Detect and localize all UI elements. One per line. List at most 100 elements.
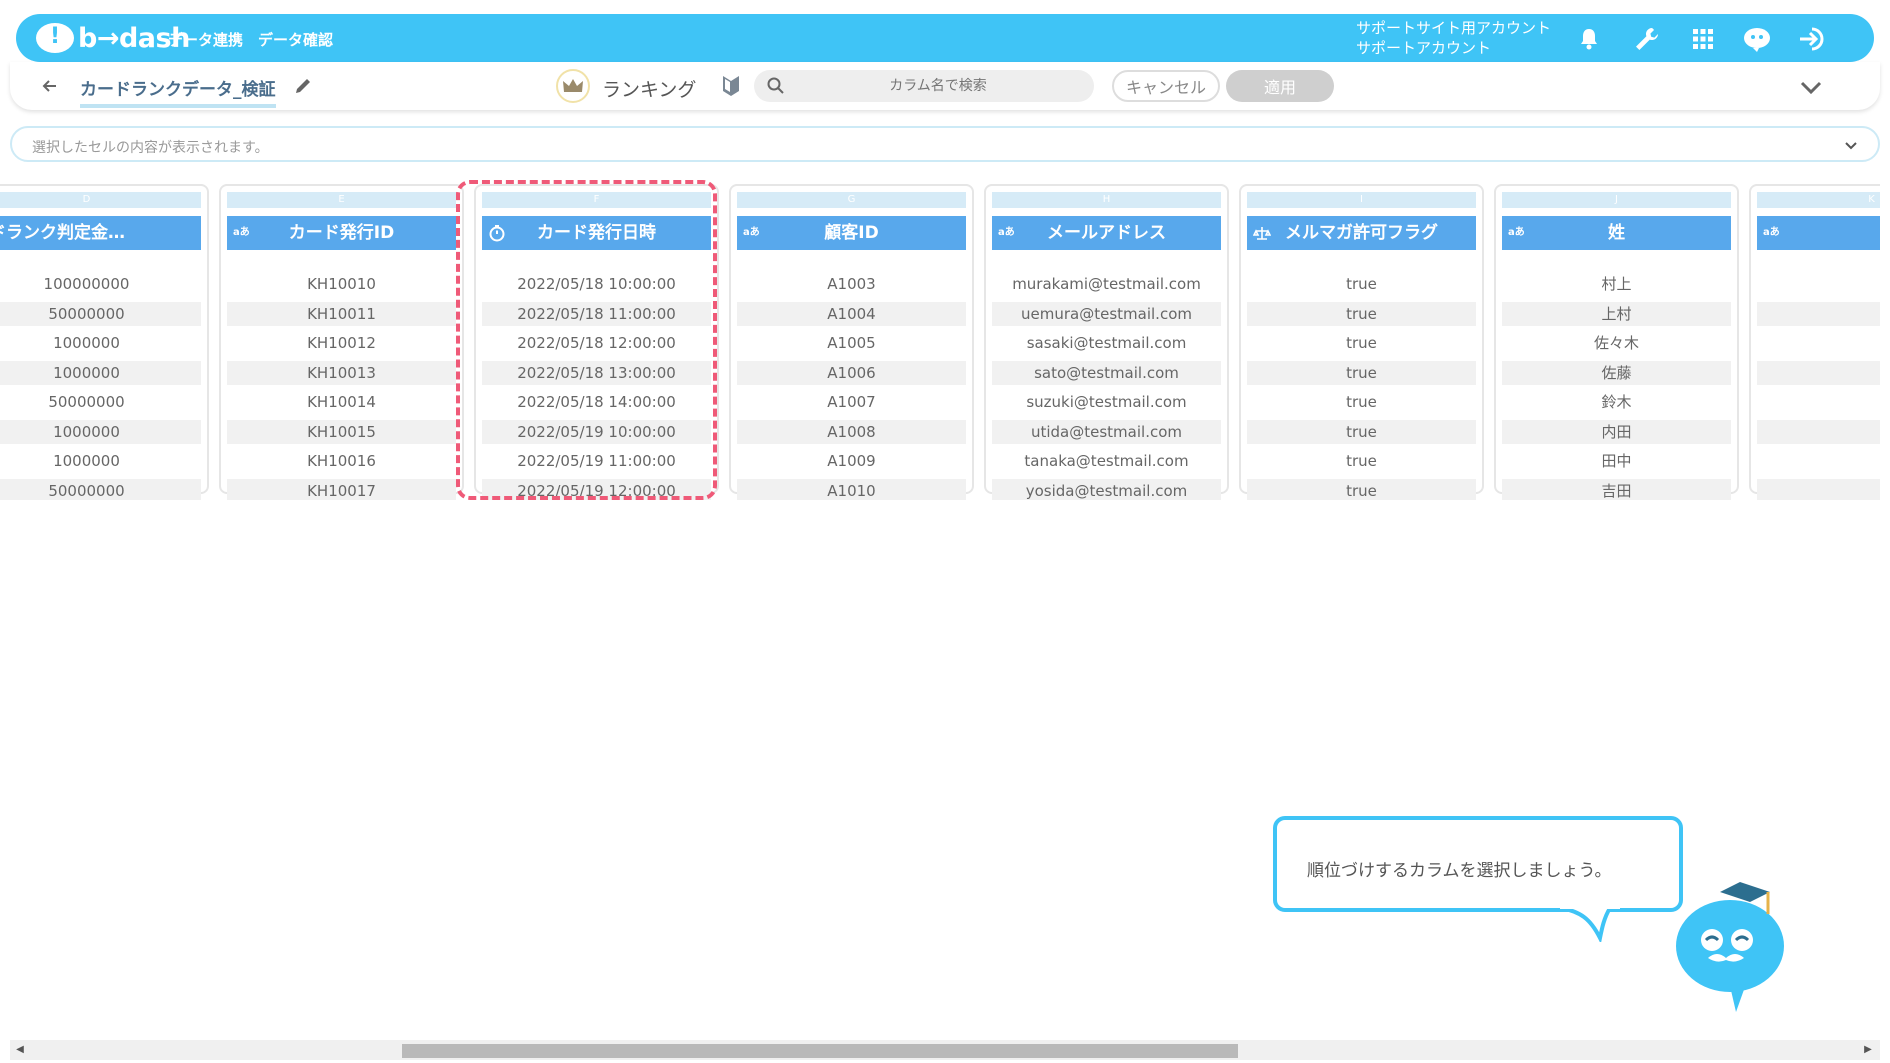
table-cell[interactable]: A1004 — [737, 301, 966, 326]
chevron-down-icon[interactable] — [1842, 136, 1860, 154]
account-info[interactable]: サポートサイト用アカウント サポートアカウント — [1356, 18, 1551, 58]
table-cell[interactable]: true — [1247, 301, 1476, 326]
apps-grid-icon[interactable] — [1688, 24, 1718, 54]
table-cell[interactable]: sato@testmail.com — [992, 360, 1221, 385]
column-header[interactable]: メルマガ許可フラグ — [1247, 216, 1476, 250]
table-cell[interactable]: 翔太 — [1757, 331, 1880, 355]
table-cell[interactable]: 内田 — [1502, 419, 1731, 444]
table-cell[interactable]: A1007 — [737, 390, 966, 414]
table-cell[interactable]: 2022/05/18 13:00:00 — [482, 360, 711, 385]
table-cell[interactable]: 俊夫 — [1757, 272, 1880, 296]
nav-data-check[interactable]: データ確認 — [258, 29, 333, 50]
table-cell[interactable]: 由美子 — [1757, 478, 1880, 500]
column-header[interactable]: aあ メールアドレス — [992, 216, 1221, 250]
table-cell[interactable]: 1000000 — [0, 449, 201, 473]
table-cell[interactable]: 茉奈 — [1757, 360, 1880, 385]
table-cell[interactable]: 上村 — [1502, 301, 1731, 326]
column-search-input[interactable] — [798, 70, 1078, 102]
table-cell[interactable]: yosida@testmail.com — [992, 478, 1221, 500]
table-cell[interactable]: KH10014 — [227, 390, 456, 414]
table-cell[interactable]: 2022/05/18 10:00:00 — [482, 272, 711, 296]
table-cell[interactable]: 1000000 — [0, 419, 201, 444]
logout-icon[interactable] — [1798, 24, 1828, 54]
table-cell[interactable]: KH10016 — [227, 449, 456, 473]
table-cell[interactable]: KH10011 — [227, 301, 456, 326]
table-cell[interactable]: 2022/05/18 14:00:00 — [482, 390, 711, 414]
table-cell[interactable]: 50000000 — [0, 478, 201, 500]
table-cell[interactable]: 2022/05/19 12:00:00 — [482, 478, 711, 500]
table-cell[interactable]: A1008 — [737, 419, 966, 444]
table-cell[interactable]: true — [1247, 478, 1476, 500]
table-cell[interactable]: A1006 — [737, 360, 966, 385]
table-cell[interactable]: 2022/05/19 10:00:00 — [482, 419, 711, 444]
table-cell[interactable]: true — [1247, 360, 1476, 385]
table-cell[interactable]: 修一 — [1757, 449, 1880, 473]
scrollbar-thumb[interactable] — [402, 1044, 1238, 1058]
table-cell[interactable]: utida@testmail.com — [992, 419, 1221, 444]
table-cell[interactable]: 瞳 — [1757, 301, 1880, 326]
nav-data-integration[interactable]: データ連携 — [168, 29, 243, 50]
bdash-logo[interactable]: b→dash — [36, 22, 190, 54]
table-cell[interactable]: A1009 — [737, 449, 966, 473]
table-cell[interactable]: 田中 — [1502, 449, 1731, 473]
table-cell[interactable]: 2022/05/18 12:00:00 — [482, 331, 711, 355]
back-arrow-icon[interactable] — [38, 74, 62, 98]
bell-icon[interactable] — [1574, 24, 1604, 54]
column-header[interactable]: カード発行日時 — [482, 216, 711, 250]
table-cell[interactable]: true — [1247, 331, 1476, 355]
table-cell[interactable]: 2022/05/19 11:00:00 — [482, 449, 711, 473]
column-header-label: メールアドレス — [1047, 223, 1166, 243]
apply-button[interactable]: 適用 — [1226, 70, 1334, 102]
ranking-label: ランキング — [602, 79, 697, 101]
dataset-toolbar: カードランクデータ_検証 ランキング キャンセル 適用 — [10, 62, 1880, 110]
table-cell[interactable]: KH10017 — [227, 478, 456, 500]
guide-tooltip-text: 順位づけするカラムを選択しましょう。 — [1307, 861, 1612, 881]
table-cell[interactable]: 鈴木 — [1502, 390, 1731, 414]
column-header[interactable]: aあ カード発行ID — [227, 216, 456, 250]
table-cell[interactable]: 100000000 — [0, 272, 201, 296]
table-cell[interactable]: A1005 — [737, 331, 966, 355]
table-cell[interactable]: KH10013 — [227, 360, 456, 385]
chevron-down-icon[interactable] — [1798, 74, 1824, 100]
cell-content-preview[interactable]: 選択したセルの内容が表示されます。 — [10, 126, 1880, 162]
dataset-title[interactable]: カードランクデータ_検証 — [80, 75, 276, 108]
table-cell[interactable]: tanaka@testmail.com — [992, 449, 1221, 473]
cancel-button[interactable]: キャンセル — [1112, 70, 1220, 102]
table-cell[interactable]: KH10015 — [227, 419, 456, 444]
scroll-right-arrow-icon[interactable]: ▶ — [1862, 1043, 1874, 1057]
table-cell[interactable]: 佐々木 — [1502, 331, 1731, 355]
table-cell[interactable]: 佐藤 — [1502, 360, 1731, 385]
column-header[interactable]: aあ 顧客ID — [737, 216, 966, 250]
column-search-box[interactable] — [754, 70, 1094, 102]
table-cell[interactable]: 村上 — [1502, 272, 1731, 296]
column-header[interactable]: aあ 姓 — [1502, 216, 1731, 250]
horizontal-scrollbar[interactable]: ◀ ▶ — [10, 1040, 1880, 1060]
table-cell[interactable]: A1003 — [737, 272, 966, 296]
table-cell[interactable]: sasaki@testmail.com — [992, 331, 1221, 355]
column-header[interactable]: aあ名 — [1757, 216, 1880, 250]
table-cell[interactable]: suzuki@testmail.com — [992, 390, 1221, 414]
table-cell[interactable]: true — [1247, 449, 1476, 473]
table-cell[interactable]: A1010 — [737, 478, 966, 500]
table-cell[interactable]: 50000000 — [0, 301, 201, 326]
table-cell[interactable]: 50000000 — [0, 390, 201, 414]
beginner-mark-icon[interactable] — [720, 74, 744, 98]
table-cell[interactable]: uemura@testmail.com — [992, 301, 1221, 326]
table-cell[interactable]: true — [1247, 272, 1476, 296]
table-cell[interactable]: 1000000 — [0, 331, 201, 355]
table-cell[interactable]: true — [1247, 390, 1476, 414]
table-cell[interactable]: murakami@testmail.com — [992, 272, 1221, 296]
table-cell[interactable]: 寛 — [1757, 419, 1880, 444]
table-cell[interactable]: 2022/05/18 11:00:00 — [482, 301, 711, 326]
pencil-edit-icon[interactable] — [292, 75, 314, 97]
table-cell[interactable]: 1000000 — [0, 360, 201, 385]
scroll-left-arrow-icon[interactable]: ◀ — [14, 1043, 26, 1057]
column-header[interactable]: ードランク判定金… — [0, 216, 201, 250]
table-cell[interactable]: KH10012 — [227, 331, 456, 355]
table-cell[interactable]: 吉田 — [1502, 478, 1731, 500]
mascot-chat-icon[interactable] — [1742, 24, 1772, 54]
table-cell[interactable]: KH10010 — [227, 272, 456, 296]
table-cell[interactable]: しずか — [1757, 390, 1880, 414]
table-cell[interactable]: true — [1247, 419, 1476, 444]
wrench-icon[interactable] — [1632, 24, 1662, 54]
